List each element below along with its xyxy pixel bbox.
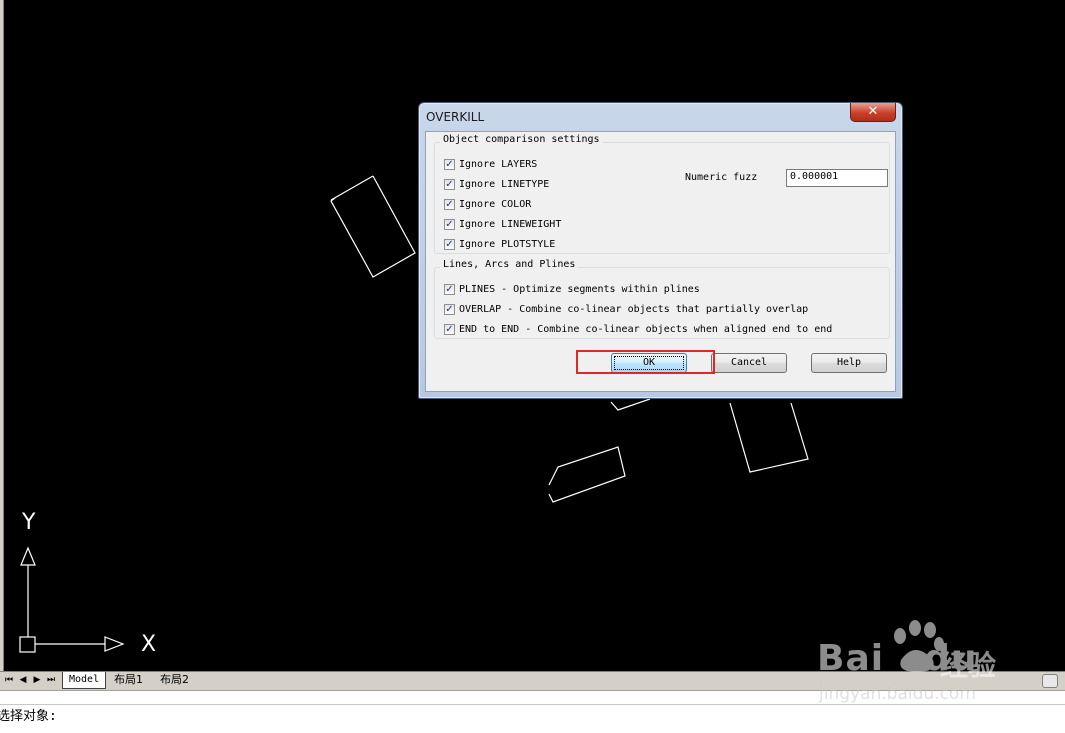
checkbox-box[interactable]: ✓ [444,323,455,335]
checkbox-label: OVERLAP - Combine co-linear objects that… [459,303,809,315]
last-tab-icon[interactable]: ⏭ [46,674,56,686]
cancel-button-label: Cancel [730,357,768,368]
watermark-jingyan: 经验 [940,649,997,682]
checkbox-label: END to END - Combine co-linear objects w… [459,323,833,335]
rectangle-shape-2 [729,402,809,473]
checkbox-box[interactable]: ✓ [444,218,455,230]
object-comparison-legend: Object comparison settings [440,134,603,145]
numeric-fuzz-input[interactable]: 0.000001 [786,169,888,187]
first-tab-icon[interactable]: ⏮ [4,674,14,686]
tab-layout2[interactable]: 布局2 [154,672,195,688]
help-button[interactable]: Help [811,353,887,373]
command-prompt: 选择对象: [0,709,57,724]
overkill-dialog: OVERKILL ✕ Object comparison settings ✓ … [418,102,903,399]
checkbox-label: PLINES - Optimize segments within plines [459,283,700,295]
ok-highlight-annotation [576,350,715,374]
prev-tab-icon[interactable]: ◀ [18,674,28,686]
checkbox-label: Ignore COLOR [459,198,532,210]
end-to-end-checkbox[interactable]: ✓ END to END - Combine co-linear objects… [444,322,832,336]
rectangle-shape-3 [548,446,626,503]
checkbox-box[interactable]: ✓ [444,178,455,190]
dialog-body: Object comparison settings ✓ Ignore LAYE… [425,131,896,392]
next-tab-icon[interactable]: ▶ [32,674,42,686]
baidu-watermark: Bai du 经验 jingyan.baidu.com [815,618,1025,713]
ucs-y-label: Y [22,510,36,535]
checkbox-label: Ignore LINEWEIGHT [459,218,562,230]
checkbox-label: Ignore LAYERS [459,158,538,170]
checkbox-box[interactable]: ✓ [444,238,455,250]
rectangle-shape-4 [610,398,651,411]
ucs-icon [19,546,125,653]
tab-model[interactable]: Model [62,672,107,689]
object-comparison-group: Object comparison settings ✓ Ignore LAYE… [434,134,890,254]
rectangle-shape-1 [330,175,416,278]
ignore-layers-checkbox[interactable]: ✓ Ignore LAYERS [444,157,537,171]
rectangle-shape-1-edge [330,175,374,201]
dialog-title: OVERKILL [426,110,485,124]
ignore-lineweight-checkbox[interactable]: ✓ Ignore LINEWEIGHT [444,217,561,231]
watermark-url: jingyan.baidu.com [819,684,976,704]
checkbox-box[interactable]: ✓ [444,198,455,210]
checkbox-box[interactable]: ✓ [444,158,455,170]
ucs-x-label: X [141,632,157,657]
ignore-linetype-checkbox[interactable]: ✓ Ignore LINETYPE [444,177,549,191]
lines-arcs-plines-group: Lines, Arcs and Plines ✓ PLINES - Optimi… [434,259,890,339]
ignore-plotstyle-checkbox[interactable]: ✓ Ignore PLOTSTYLE [444,237,555,251]
help-button-label: Help [836,357,862,368]
horizontal-scrollbar[interactable] [1042,674,1058,688]
checkbox-box[interactable]: ✓ [444,303,455,315]
overlap-checkbox[interactable]: ✓ OVERLAP - Combine co-linear objects th… [444,302,808,316]
plines-checkbox[interactable]: ✓ PLINES - Optimize segments within plin… [444,282,700,296]
cancel-button[interactable]: Cancel [711,353,787,373]
close-icon[interactable]: ✕ [850,103,896,122]
tab-layout1[interactable]: 布局1 [108,672,149,688]
checkbox-label: Ignore PLOTSTYLE [459,238,556,250]
lines-arcs-plines-legend: Lines, Arcs and Plines [440,259,579,270]
ignore-color-checkbox[interactable]: ✓ Ignore COLOR [444,197,531,211]
numeric-fuzz-label: Numeric fuzz [685,172,758,183]
checkbox-label: Ignore LINETYPE [459,178,550,190]
checkbox-box[interactable]: ✓ [444,283,455,295]
